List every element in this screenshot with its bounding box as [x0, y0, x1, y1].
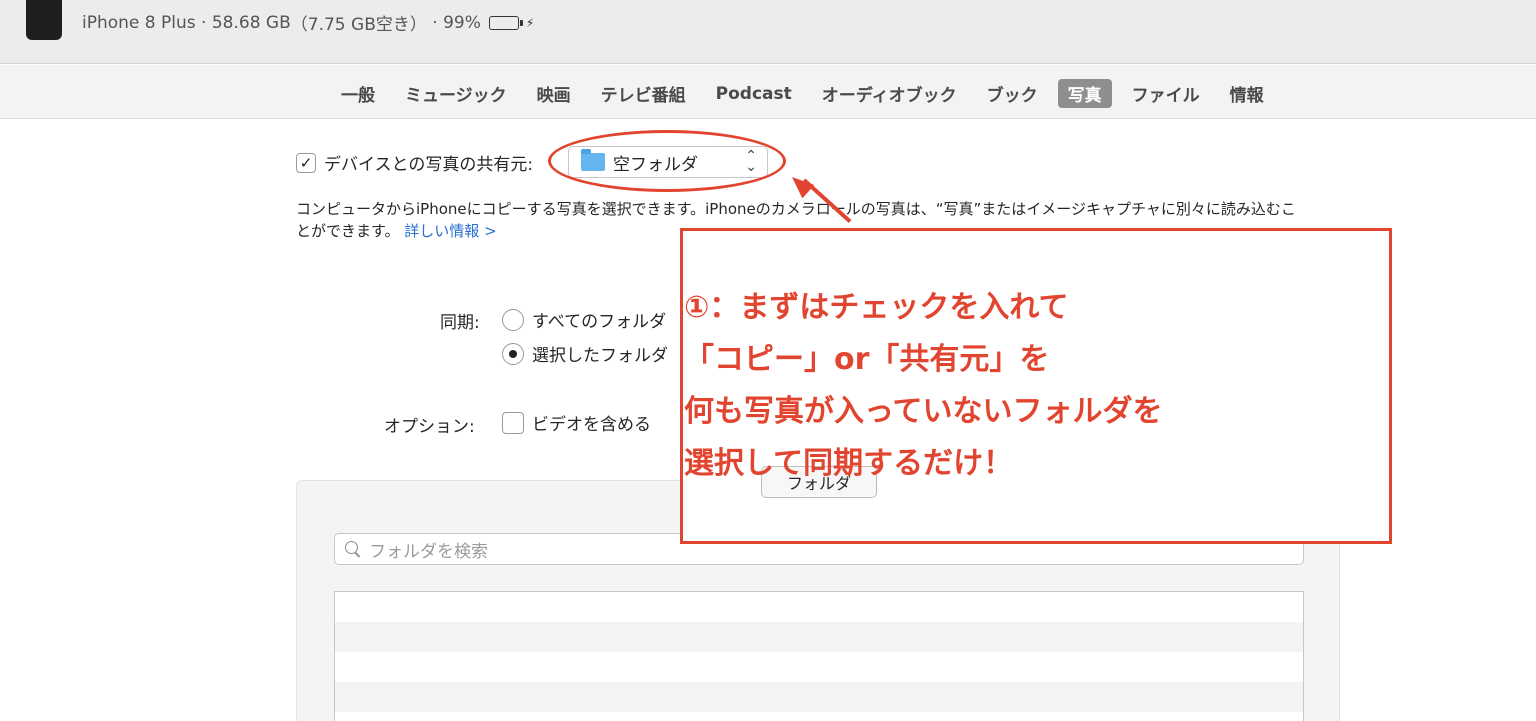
tab-7[interactable]: 写真 [1057, 79, 1112, 108]
annotation-arrow-head [785, 170, 815, 199]
list-item[interactable] [335, 652, 1303, 682]
include-videos-label: ビデオを含める [532, 415, 651, 435]
iphone-device-icon [26, 0, 62, 40]
folder-list[interactable] [334, 591, 1304, 721]
annotation-line: 「コピー」or「共有元」を [684, 342, 1050, 377]
charging-bolt-icon: ⚡ [525, 15, 535, 30]
tab-5[interactable]: オーディオブック [812, 79, 967, 108]
tab-0[interactable]: 一般 [331, 79, 385, 108]
battery-percentage: 99% [443, 12, 481, 33]
annotation-text: ①：まずはチェックを入れて 「コピー」or「共有元」を何も写真が入っていないフォル… [684, 282, 1163, 490]
device-model: iPhone 8 Plus [82, 12, 196, 33]
device-free-space: （7.75 GB空き） [290, 15, 427, 35]
sync-selected-folders-option[interactable]: 選択したフォルダ [502, 341, 668, 366]
sync-all-folders-option[interactable]: すべてのフォルダ [502, 307, 666, 332]
tab-bar: 一般 ミュージック 映画 テレビ番組 Podcast オーディオブック ブック 写真 ファイル情… [0, 65, 1536, 119]
tab-3[interactable]: テレビ番組 [591, 79, 696, 108]
list-item[interactable] [335, 592, 1303, 622]
annotation-line: 選択して同期するだけ！ [684, 446, 1014, 481]
options-label: オプション: [384, 417, 475, 437]
device-info: iPhone 8 Plus · 58.68 GB （7.75 GB空き） · 9… [82, 10, 535, 36]
annotation-line: ①：まずはチェックを入れて [684, 290, 1069, 325]
tab-8[interactable]: ファイル [1122, 79, 1210, 108]
annotation-line: 何も写真が入っていないフォルダを [684, 394, 1163, 429]
list-item[interactable] [335, 682, 1303, 712]
share-photos-checkbox[interactable]: ✓ [296, 152, 316, 173]
device-capacity: 58.68 GB [211, 12, 291, 33]
sync-selected-label: 選択したフォルダ [532, 346, 668, 366]
share-photos-label: デバイスとの写真の共有元: [324, 155, 534, 175]
list-item[interactable] [335, 622, 1303, 652]
search-placeholder: フォルダを検索 [369, 541, 488, 562]
tab-6[interactable]: ブック [977, 79, 1048, 108]
battery-icon [488, 15, 523, 30]
tab-9[interactable]: 情報 [1220, 79, 1274, 108]
list-item[interactable] [335, 712, 1303, 721]
include-videos-checkbox[interactable] [502, 411, 524, 434]
include-videos-option[interactable]: ビデオを含める [502, 410, 651, 435]
learn-more-link[interactable]: 詳しい情報 > [404, 222, 496, 240]
sync-all-radio[interactable] [502, 308, 524, 331]
device-header: iPhone 8 Plus · 58.68 GB （7.75 GB空き） · 9… [0, 0, 1536, 64]
share-row: ✓ デバイスとの写真の共有元: [296, 150, 533, 175]
sync-label: 同期: [440, 313, 480, 333]
tab-4[interactable]: Podcast [706, 82, 802, 106]
sync-selected-radio[interactable] [502, 342, 524, 365]
tab-2[interactable]: 映画 [527, 79, 581, 108]
sync-all-label: すべてのフォルダ [532, 312, 667, 332]
tab-1[interactable]: ミュージック [395, 79, 517, 108]
tabs: 一般 ミュージック 映画 テレビ番組 Podcast オーディオブック ブック 写真 ファイル情… [331, 79, 1284, 108]
annotation-ellipse [548, 130, 786, 192]
search-icon [345, 541, 361, 557]
